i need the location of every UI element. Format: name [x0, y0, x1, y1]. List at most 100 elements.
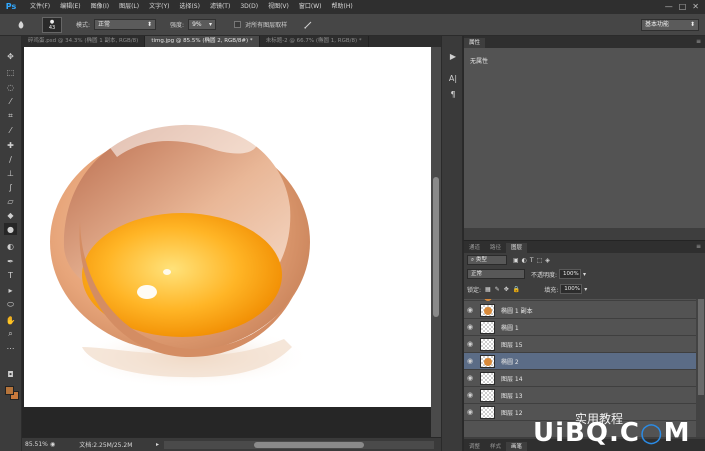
eye-icon[interactable]: ◉ — [464, 340, 476, 348]
brush-tool-icon[interactable]: ∕ — [4, 153, 17, 165]
tab-adjustments[interactable]: 调整 — [464, 442, 485, 451]
chevron-down-icon[interactable]: ▾ — [583, 271, 586, 278]
move-tool-icon[interactable]: ✥ — [4, 50, 17, 62]
marquee-tool-icon[interactable]: ⬚ — [4, 66, 17, 78]
hand-tool-icon[interactable]: ✋ — [4, 314, 17, 326]
crop-tool-icon[interactable]: ⌗ — [4, 110, 17, 122]
close-button[interactable]: ✕ — [692, 1, 699, 13]
foreground-color-swatch[interactable] — [5, 386, 14, 395]
zoom-level[interactable]: 85.51% — [22, 441, 50, 448]
canvas-vertical-scrollbar[interactable] — [431, 47, 441, 437]
eraser-tool-icon[interactable]: ▱ — [4, 195, 17, 207]
opacity-value: 100% — [563, 271, 579, 277]
layer-row[interactable]: ◉ 椭圆 1 — [464, 319, 696, 336]
eye-icon[interactable]: ◉ — [464, 306, 476, 314]
ellipse-tool-icon[interactable]: ⬭ — [4, 299, 17, 311]
lasso-tool-icon[interactable]: ◌ — [4, 81, 17, 93]
dodge-tool-icon[interactable]: ◐ — [4, 240, 17, 252]
menu-image[interactable]: 图像(I) — [86, 0, 114, 14]
blend-mode-select[interactable]: 正常 — [467, 269, 525, 279]
menu-help[interactable]: 帮助(H) — [327, 0, 358, 14]
layer-row[interactable]: ◉ 图层 14 — [464, 370, 696, 387]
scrollbar-thumb[interactable] — [698, 299, 704, 395]
tab-document-1[interactable]: 碎鸡蛋.psd @ 34.3% (椭圆 1 副本, RGB/8) — [22, 36, 146, 47]
tab-document-2[interactable]: timg.jpg @ 85.5% (椭圆 2, RGB/8#) * — [145, 36, 260, 47]
menu-filter[interactable]: 滤镜(T) — [205, 0, 235, 14]
scrollbar-thumb[interactable] — [254, 442, 364, 448]
layer-row[interactable]: ◉ 图层 15 — [464, 336, 696, 353]
panel-menu-icon[interactable]: ≡ — [696, 243, 701, 250]
toolbox: ✥ ⬚ ◌ ⁄ ⌗ ⁄ ✚ ∕ ⊥ ∫ ▱ ◆ ● ◐ ✒ T ▸ ⬭ ✋ ⌕ … — [0, 36, 22, 451]
character-panel-icon[interactable]: A| — [447, 72, 459, 84]
blend-mode-value: 正常 — [471, 271, 483, 277]
opacity-input[interactable]: 100% — [559, 269, 582, 279]
status-menu-icon[interactable]: ◉ — [50, 441, 55, 448]
tab-layers[interactable]: 图层 — [506, 243, 528, 253]
minimize-button[interactable]: — — [665, 1, 673, 13]
watermark-logo: UiBQ.C○M — [533, 418, 691, 448]
layer-list-scrollbar[interactable] — [696, 299, 705, 437]
layer-filter-select[interactable]: ⌕ 类型 — [467, 255, 507, 265]
type-tool-icon[interactable]: T — [4, 269, 17, 281]
layer-row-partial[interactable] — [464, 299, 696, 301]
menu-3d[interactable]: 3D(D) — [235, 0, 263, 14]
paint-bucket-tool-icon[interactable]: ◆ — [4, 209, 17, 221]
scrollbar-thumb[interactable] — [433, 177, 439, 317]
status-arrow-icon[interactable]: ▸ — [156, 441, 159, 448]
sample-all-layers-checkbox[interactable] — [234, 21, 242, 28]
canvas-area[interactable] — [22, 47, 431, 437]
eye-icon[interactable]: ◉ — [464, 357, 476, 365]
chevron-down-icon[interactable]: ▾ — [584, 286, 587, 293]
eyedropper-tool-icon[interactable]: ⁄ — [4, 124, 17, 136]
menu-file[interactable]: 文件(F) — [25, 0, 55, 14]
edit-toolbar-icon[interactable]: ⋯ — [4, 342, 17, 354]
eye-icon[interactable]: ◉ — [464, 323, 476, 331]
menu-view[interactable]: 视图(V) — [263, 0, 294, 14]
layer-filter-icons[interactable]: ▣◐T⬚◈ — [513, 257, 553, 264]
zoom-tool-icon[interactable]: ⌕ — [4, 328, 17, 340]
quick-mask-icon[interactable]: ◘ — [4, 368, 17, 380]
eye-icon[interactable]: ◉ — [464, 391, 476, 399]
layer-row-selected[interactable]: ◉ 椭圆 2 — [464, 353, 696, 370]
menu-type[interactable]: 文字(Y) — [144, 0, 174, 14]
brush-preset-picker[interactable]: ● 43 — [42, 16, 62, 33]
tab-properties[interactable]: 属性 — [464, 38, 486, 48]
fill-input[interactable]: 100% — [560, 284, 583, 294]
panel-menu-icon[interactable]: ≡ — [696, 38, 701, 45]
history-brush-tool-icon[interactable]: ∫ — [4, 181, 17, 193]
lock-icons[interactable]: ▦✎✥🔒 — [485, 286, 524, 293]
tab-channels[interactable]: 通道 — [464, 243, 485, 253]
menu-select[interactable]: 选择(S) — [174, 0, 205, 14]
tab-paths[interactable]: 路径 — [485, 243, 506, 253]
burn-tool-icon[interactable]: ● — [4, 223, 17, 235]
pressure-icon[interactable] — [301, 18, 315, 32]
layer-name: 椭圆 1 副本 — [501, 307, 533, 315]
workspace-select[interactable]: 基本功能 ⬍ — [641, 19, 699, 31]
maximize-button[interactable]: □ — [679, 1, 687, 13]
layer-name: 图层 12 — [501, 409, 523, 417]
mode-select[interactable]: 正常 ⬍ — [94, 19, 157, 30]
eye-icon[interactable]: ◉ — [464, 408, 476, 416]
layer-filter-row: ⌕ 类型 ▣◐T⬚◈ — [467, 254, 553, 266]
eye-icon[interactable]: ◉ — [464, 374, 476, 382]
clone-stamp-tool-icon[interactable]: ⊥ — [4, 167, 17, 179]
layer-row[interactable]: ◉ 椭圆 1 副本 — [464, 302, 696, 319]
layer-row[interactable]: ◉ 图层 13 — [464, 387, 696, 404]
tab-styles[interactable]: 样式 — [485, 442, 506, 451]
pen-tool-icon[interactable]: ✒ — [4, 255, 17, 267]
canvas-horizontal-scrollbar[interactable] — [164, 441, 434, 449]
strength-input[interactable]: 9% ▾ — [188, 19, 217, 30]
path-select-tool-icon[interactable]: ▸ — [4, 284, 17, 296]
menu-layer[interactable]: 图层(L) — [114, 0, 144, 14]
play-icon[interactable]: ▶ — [447, 50, 459, 62]
healing-brush-tool-icon[interactable]: ✚ — [4, 139, 17, 151]
layer-thumbnail — [480, 337, 495, 351]
paragraph-panel-icon[interactable]: ¶ — [447, 88, 459, 100]
quick-select-tool-icon[interactable]: ⁄ — [4, 95, 17, 107]
menu-window[interactable]: 窗口(W) — [294, 0, 327, 14]
menu-edit[interactable]: 编辑(E) — [55, 0, 85, 14]
burn-tool-icon[interactable] — [14, 18, 28, 32]
tab-brushes[interactable]: 画笔 — [506, 442, 528, 451]
options-bar: ● 43 模式: 正常 ⬍ 强度: 9% ▾ 对所有图层取样 基本功能 ⬍ — [0, 14, 705, 36]
tab-document-3[interactable]: 未标题-2 @ 66.7% (椭圆 1, RGB/8) * — [260, 36, 369, 47]
